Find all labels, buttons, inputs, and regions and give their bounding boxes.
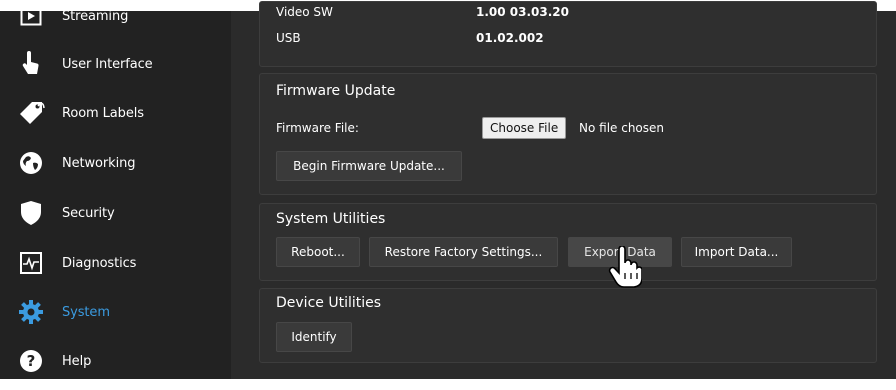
sidebar-nav: Streaming User Interface Room Labels Net…: [0, 6, 231, 379]
import-data-button[interactable]: Import Data...: [681, 237, 792, 267]
usb-value: 01.02.002: [476, 31, 544, 45]
system-utilities-panel: System Utilities Reboot... Restore Facto…: [259, 203, 877, 281]
video-sw-value: 1.00 03.03.20: [476, 5, 569, 19]
identify-button[interactable]: Identify: [276, 322, 352, 352]
sidebar-item-label: Streaming: [62, 8, 129, 24]
sidebar-item-networking[interactable]: Networking: [0, 141, 231, 185]
firmware-update-title: Firmware Update: [276, 83, 396, 99]
restore-factory-settings-button[interactable]: Restore Factory Settings...: [369, 237, 558, 267]
device-utilities-title: Device Utilities: [276, 295, 382, 311]
hand-cursor-icon: [608, 245, 643, 288]
no-file-chosen-text: No file chosen: [579, 121, 665, 135]
choose-file-button[interactable]: Choose File: [482, 117, 567, 139]
sidebar-item-label: Diagnostics: [62, 255, 137, 271]
hand-pointer-icon: [16, 49, 46, 79]
firmware-update-panel: Firmware Update Firmware File: Choose Fi…: [259, 73, 877, 195]
device-utilities-panel: Device Utilities Identify: [259, 288, 877, 363]
app-window: Streaming User Interface Room Labels Net…: [0, 1, 896, 379]
sidebar-item-system[interactable]: System: [0, 290, 231, 334]
sidebar-item-room-labels[interactable]: Room Labels: [0, 91, 231, 135]
sidebar-item-diagnostics[interactable]: Diagnostics: [0, 241, 231, 285]
globe-icon: [16, 148, 46, 178]
system-utilities-title: System Utilities: [276, 211, 386, 227]
sidebar-item-label: User Interface: [62, 56, 153, 72]
gear-icon: [16, 297, 46, 327]
question-icon: ?: [16, 346, 46, 376]
sidebar-item-streaming[interactable]: Streaming: [0, 0, 231, 38]
reboot-button[interactable]: Reboot...: [276, 237, 360, 267]
begin-firmware-update-button[interactable]: Begin Firmware Update...: [276, 151, 462, 181]
sidebar-item-label: Room Labels: [62, 105, 144, 121]
sidebar-item-user-interface[interactable]: User Interface: [0, 42, 231, 86]
pulse-icon: [16, 248, 46, 278]
video-sw-label: Video SW: [276, 5, 333, 19]
sidebar-item-label: Security: [62, 205, 115, 221]
main-content: Video SW 1.00 03.03.20 USB 01.02.002 Fir…: [243, 1, 877, 379]
firmware-file-label: Firmware File:: [276, 121, 359, 135]
sidebar-item-label: Networking: [62, 155, 136, 171]
usb-label: USB: [276, 31, 301, 45]
tag-icon: [16, 98, 46, 128]
sidebar-item-label: System: [62, 304, 110, 320]
shield-icon: [16, 198, 46, 228]
sidebar-item-label: Help: [62, 353, 92, 369]
versions-panel: Video SW 1.00 03.03.20 USB 01.02.002: [259, 1, 877, 67]
svg-text:?: ?: [27, 352, 36, 370]
sidebar-item-help[interactable]: ? Help: [0, 339, 231, 383]
sidebar-item-security[interactable]: Security: [0, 191, 231, 235]
play-icon: [16, 1, 46, 31]
